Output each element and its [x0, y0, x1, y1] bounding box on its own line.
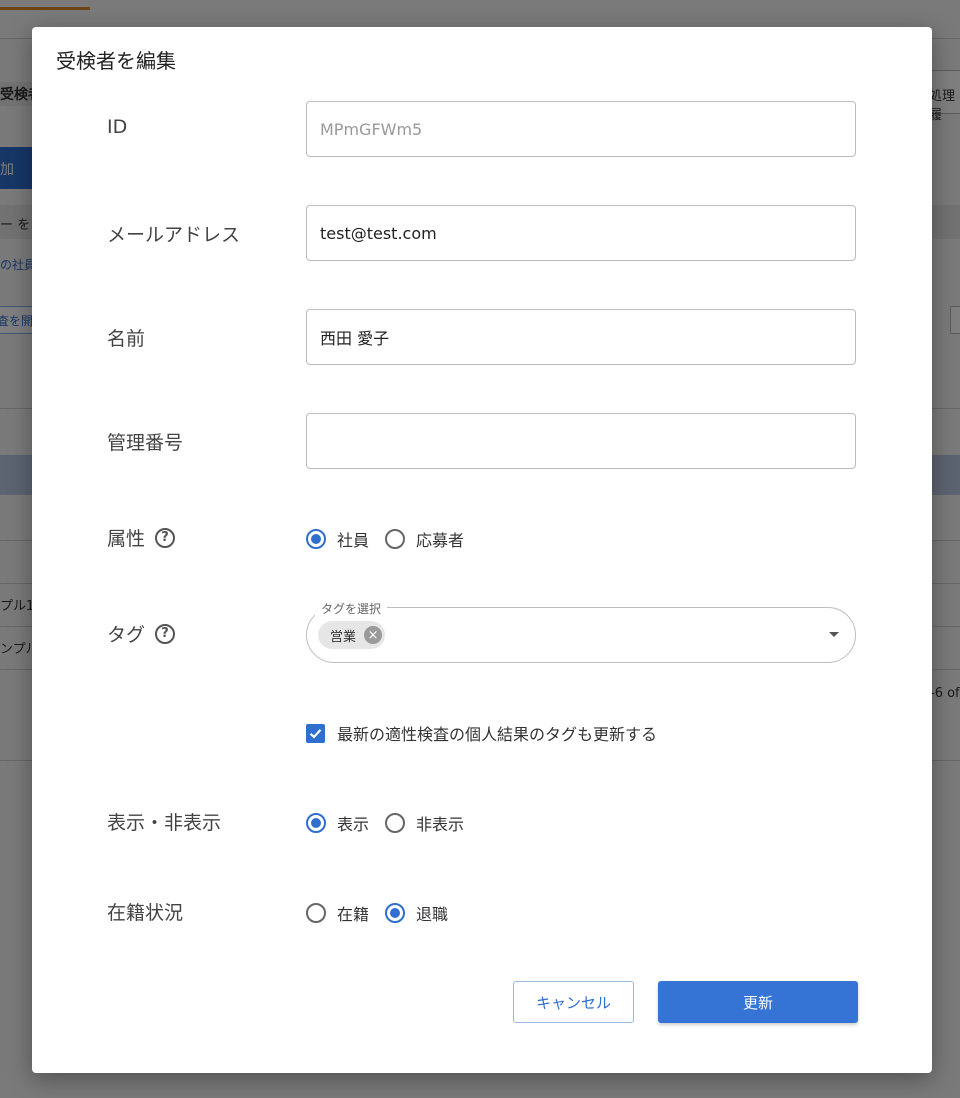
- radio-unselected-icon[interactable]: [306, 903, 326, 923]
- employment-status-label-text: 在籍状況: [107, 902, 184, 924]
- management-number-field[interactable]: [306, 413, 856, 469]
- radio-label: 在籍: [337, 905, 370, 924]
- dropdown-arrow-icon[interactable]: [829, 632, 839, 637]
- radio-selected-icon[interactable]: [306, 529, 326, 549]
- radio-label: 退職: [416, 905, 449, 924]
- employment-status-radio-group: 在籍 退職: [306, 901, 464, 925]
- name-field[interactable]: [306, 309, 856, 365]
- tag-label: タグ ?: [107, 620, 176, 647]
- radio-label: 表示: [337, 815, 370, 834]
- radio-unselected-icon[interactable]: [385, 813, 406, 833]
- name-label: 名前: [107, 324, 145, 351]
- remove-chip-icon[interactable]: ×: [364, 626, 383, 644]
- cancel-button[interactable]: キャンセル: [513, 981, 634, 1023]
- edit-examinee-dialog: 受検者を編集 ID メールアドレス 名前 管理番号 属性 ? 社員 応募者 タグ…: [32, 27, 932, 1073]
- update-button[interactable]: 更新: [658, 981, 858, 1023]
- tag-select-legend: タグを選択: [315, 600, 388, 617]
- help-icon[interactable]: ?: [155, 623, 176, 644]
- name-label-text: 名前: [107, 328, 146, 350]
- radio-attribute-employee[interactable]: 社員: [306, 527, 369, 551]
- id-label-text: ID: [107, 116, 128, 138]
- attribute-radio-group: 社員 応募者: [306, 527, 480, 551]
- attribute-label-text: 属性: [107, 528, 146, 550]
- radio-visibility-hide[interactable]: 非表示: [385, 811, 464, 835]
- radio-visibility-show[interactable]: 表示: [306, 811, 369, 835]
- radio-selected-icon[interactable]: [385, 903, 406, 923]
- checkbox-checked-icon[interactable]: [306, 723, 325, 743]
- radio-label: 社員: [337, 531, 370, 550]
- radio-status-active[interactable]: 在籍: [306, 901, 369, 925]
- attribute-label: 属性 ?: [107, 524, 176, 551]
- employment-status-label: 在籍状況: [107, 898, 183, 925]
- visibility-label-text: 表示・非表示: [107, 812, 222, 834]
- checkbox-label: 最新の適性検査の個人結果のタグも更新する: [337, 725, 658, 744]
- email-label: メールアドレス: [107, 220, 240, 247]
- dialog-title: 受検者を編集: [56, 49, 176, 73]
- visibility-label: 表示・非表示: [107, 808, 221, 835]
- tag-chip-label: 営業: [330, 629, 357, 645]
- radio-selected-icon[interactable]: [306, 813, 326, 833]
- tag-select[interactable]: タグを選択 営業 ×: [306, 600, 856, 663]
- tag-label-text: タグ: [107, 624, 146, 646]
- management-number-label: 管理番号: [107, 428, 183, 455]
- radio-attribute-applicant[interactable]: 応募者: [385, 527, 464, 551]
- radio-label: 応募者: [416, 531, 465, 550]
- email-label-text: メールアドレス: [107, 224, 241, 246]
- id-label: ID: [107, 116, 127, 138]
- visibility-radio-group: 表示 非表示: [306, 811, 480, 835]
- tag-chip: 営業 ×: [318, 621, 386, 649]
- radio-status-retired[interactable]: 退職: [385, 901, 448, 925]
- radio-label: 非表示: [416, 815, 465, 834]
- email-field[interactable]: [306, 205, 856, 261]
- update-latest-tags-checkbox[interactable]: 最新の適性検査の個人結果のタグも更新する: [306, 721, 657, 745]
- id-field: [306, 101, 856, 157]
- help-icon[interactable]: ?: [155, 527, 176, 548]
- management-number-label-text: 管理番号: [107, 432, 184, 454]
- radio-unselected-icon[interactable]: [385, 529, 406, 549]
